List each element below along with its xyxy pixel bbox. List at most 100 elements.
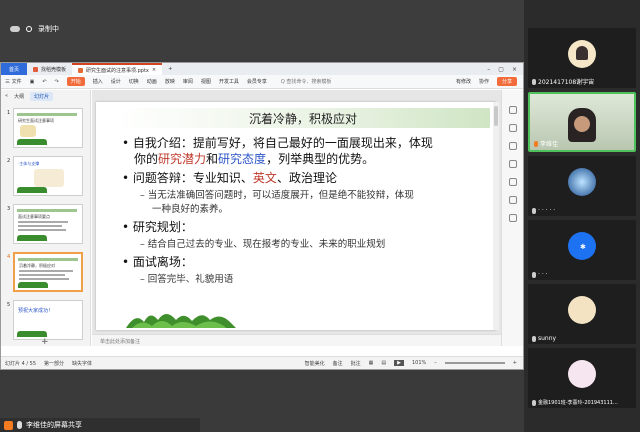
theme-name: 第一部分	[44, 360, 65, 367]
save-icon[interactable]: ▣	[30, 79, 35, 85]
menu-transition[interactable]: 切换	[129, 78, 139, 85]
title-banner: 沉着冷静，积极应对	[116, 108, 490, 128]
slide-thumb-2[interactable]: 2 ·主体与支撑	[1, 156, 91, 196]
tool-icon[interactable]	[509, 106, 517, 114]
tool-icon[interactable]	[509, 178, 517, 186]
status-bar: 幻灯片 4 / 55 第一部分 缺失字体 智能美化 备注 批注 ▦ ▤ ▶ 10…	[1, 356, 523, 369]
slide-thumb-5[interactable]: 5 预祝大家成功！	[1, 300, 91, 340]
comments-toggle[interactable]: 批注	[351, 360, 361, 367]
avatar	[568, 168, 596, 196]
close-icon[interactable]: ×	[512, 66, 517, 73]
bullet-leave: • 面试离场：	[122, 255, 193, 269]
ribbon-menu: 三 文件 ▣ ↶ ↷ 开始 插入 设计 切换 动画 放映 审阅 视图 开发工具 …	[1, 75, 523, 89]
slide-panel: « 大纲 幻灯片 1 研究生面试注意事项 2 ·主体与支撑 3 面试注意事项要点…	[1, 90, 91, 347]
maximize-icon[interactable]: ▢	[498, 66, 504, 73]
changes-button[interactable]: 有修改	[456, 78, 471, 85]
mic-icon	[532, 271, 536, 278]
command-search[interactable]: Q 查找命令、搜索模板	[281, 78, 332, 85]
outline-tab[interactable]: 大纲	[14, 93, 24, 100]
right-tool-strip	[501, 90, 523, 346]
participant-tile[interactable]: sunny	[528, 284, 636, 344]
zoom-level: 101%	[412, 360, 427, 366]
window-controls: – ▢ ×	[487, 66, 523, 73]
tool-icon[interactable]	[509, 214, 517, 222]
slide-counter: 幻灯片 4 / 55	[5, 360, 36, 367]
menu-animation[interactable]: 动画	[147, 78, 157, 85]
mic-icon	[532, 335, 536, 342]
participant-tile[interactable]: 金融1901班-李薏玲-201943111...	[528, 348, 636, 408]
file-menu[interactable]: 三 文件	[5, 78, 22, 85]
menu-start[interactable]: 开始	[66, 77, 85, 86]
slide-thumb-3[interactable]: 3 面试注意事项要点	[1, 204, 91, 244]
tool-icon[interactable]	[509, 160, 517, 168]
participant-tile[interactable]: 2021417108谢宇宙	[528, 28, 636, 88]
sub-plan: – 结合自己过去的专业、现在报考的专业、未来的职业规划	[140, 239, 386, 250]
bullet-plan: • 研究规划：	[122, 220, 193, 234]
grass-decoration	[126, 314, 236, 328]
tab-templates[interactable]: 找稻壳模板	[27, 63, 72, 75]
recording-indicator[interactable]: 录制中	[10, 24, 59, 34]
bullet-qa: • 问题答辩：专业知识、英文、政治理论	[122, 171, 337, 185]
menu-insert[interactable]: 插入	[93, 78, 103, 85]
bullet-self-intro-cont: 你的研究潜力和研究态度，列举典型的优势。	[134, 152, 375, 166]
sub-leave: – 回答完毕、礼貌用语	[140, 274, 234, 285]
record-icon	[26, 26, 32, 32]
minimize-icon[interactable]: –	[487, 66, 490, 73]
close-tab-icon[interactable]: ×	[152, 67, 156, 73]
cooperate-button[interactable]: 协作	[479, 78, 489, 85]
normal-view-icon[interactable]: ▦	[369, 360, 374, 366]
menu-slideshow[interactable]: 放映	[165, 78, 175, 85]
menu-review[interactable]: 审阅	[183, 78, 193, 85]
participant-tile[interactable]: · · · · ·	[528, 156, 636, 216]
tool-icon[interactable]	[509, 124, 517, 132]
current-slide[interactable]: 沉着冷静，积极应对 • 自我介绍：提前写好，将自己最好的一面展现出来，体现 你的…	[96, 102, 496, 330]
vertical-scrollbar[interactable]	[493, 102, 499, 330]
redo-icon[interactable]: ↷	[55, 79, 59, 85]
mic-icon	[532, 399, 536, 406]
mic-icon	[532, 78, 536, 85]
smart-beautify[interactable]: 智能美化	[305, 360, 325, 367]
wps-window: 首页 找稻壳模板 研究生面试的注意事项.pptx × + – ▢ × 三 文件 ▣…	[0, 62, 524, 370]
menu-developer[interactable]: 开发工具	[219, 78, 239, 85]
sub-qa-2: 一种良好的素养。	[152, 204, 229, 215]
recording-label: 录制中	[38, 25, 59, 33]
slide-thumb-1[interactable]: 1 研究生面试注意事项	[1, 108, 91, 148]
add-slide-button[interactable]: +	[41, 337, 49, 347]
tab-document[interactable]: 研究生面试的注意事项.pptx ×	[72, 63, 163, 75]
play-icon[interactable]: ▶	[394, 360, 404, 366]
participant-list: 2021417108谢宇宙 李维佳 · · · · · ✱ · · · sunn…	[524, 0, 640, 432]
tool-icon[interactable]	[509, 196, 517, 204]
menu-vip[interactable]: 会员专享	[247, 78, 267, 85]
meeting-top-bar: 录制中	[0, 0, 524, 60]
mic-icon	[534, 140, 538, 147]
participant-tile[interactable]: ✱ · · ·	[528, 220, 636, 280]
undo-icon[interactable]: ↶	[42, 79, 46, 85]
participant-tile-speaking[interactable]: 李维佳	[528, 92, 636, 152]
share-label: 李维佳的屏幕共享	[26, 421, 82, 429]
screen-share-bar[interactable]: 李维佳的屏幕共享	[0, 418, 200, 432]
slides-tab[interactable]: 幻灯片	[30, 91, 54, 101]
thumb-illustration	[20, 125, 36, 137]
slide-thumb-4[interactable]: 4 沉着冷静，积极应对	[1, 252, 91, 292]
ppt-file-icon	[78, 67, 84, 73]
tab-strip: 首页 找稻壳模板 研究生面试的注意事项.pptx × + – ▢ ×	[1, 63, 523, 75]
sorter-view-icon[interactable]: ▤	[381, 360, 386, 366]
menu-view[interactable]: 视图	[201, 78, 211, 85]
zoom-in-icon[interactable]: +	[513, 360, 517, 366]
tool-icon[interactable]	[509, 142, 517, 150]
notes-toggle[interactable]: 备注	[333, 360, 343, 367]
missing-font[interactable]: 缺失字体	[72, 360, 92, 367]
status-right: 智能美化 备注 批注 ▦ ▤ ▶ 101% – +	[305, 360, 523, 367]
notes-field[interactable]: 单击此处添加备注	[92, 334, 501, 346]
menu-design[interactable]: 设计	[111, 78, 121, 85]
share-button[interactable]: 分享	[496, 77, 517, 86]
mic-icon	[17, 421, 22, 429]
thumb-illustration	[34, 169, 64, 187]
zoom-slider[interactable]	[444, 362, 505, 364]
add-tab-button[interactable]: +	[162, 63, 178, 75]
slide-title: 沉着冷静，积极应对	[248, 112, 357, 126]
zoom-out-icon[interactable]: –	[434, 360, 437, 366]
avatar	[574, 116, 590, 132]
collapse-icon[interactable]: «	[5, 93, 8, 99]
tab-home[interactable]: 首页	[1, 63, 27, 75]
